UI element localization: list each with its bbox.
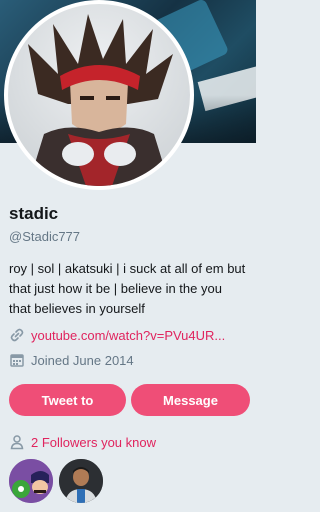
joined-date: Joined June 2014 <box>31 352 134 368</box>
link-icon <box>9 327 25 343</box>
avatar[interactable] <box>8 4 190 186</box>
person-icon <box>9 434 25 450</box>
follower-avatar[interactable] <box>7 457 55 505</box>
calendar-icon <box>9 352 25 368</box>
follower-avatar-image <box>9 459 53 503</box>
profile-name: stadic <box>9 204 59 223</box>
follower-avatar-image <box>59 459 103 503</box>
profile-handle: @Stadic777 <box>9 229 81 244</box>
followers-you-know-link[interactable]: 2 Followers you know <box>31 435 156 450</box>
tweet-to-button[interactable]: Tweet to <box>9 384 126 416</box>
profile-bio: roy | sol | akatsuki | i suck at all of … <box>9 261 246 316</box>
profile-link-row[interactable]: youtube.com/watch?v=PVu4UR... <box>9 327 225 343</box>
profile-link[interactable]: youtube.com/watch?v=PVu4UR... <box>31 328 225 343</box>
avatar-illustration <box>28 14 173 186</box>
joined-row: Joined June 2014 <box>9 352 134 368</box>
follower-avatar[interactable] <box>57 457 105 505</box>
followers-you-know-row[interactable]: 2 Followers you know <box>9 434 156 450</box>
avatar-ring <box>4 0 194 190</box>
message-button[interactable]: Message <box>131 384 250 416</box>
